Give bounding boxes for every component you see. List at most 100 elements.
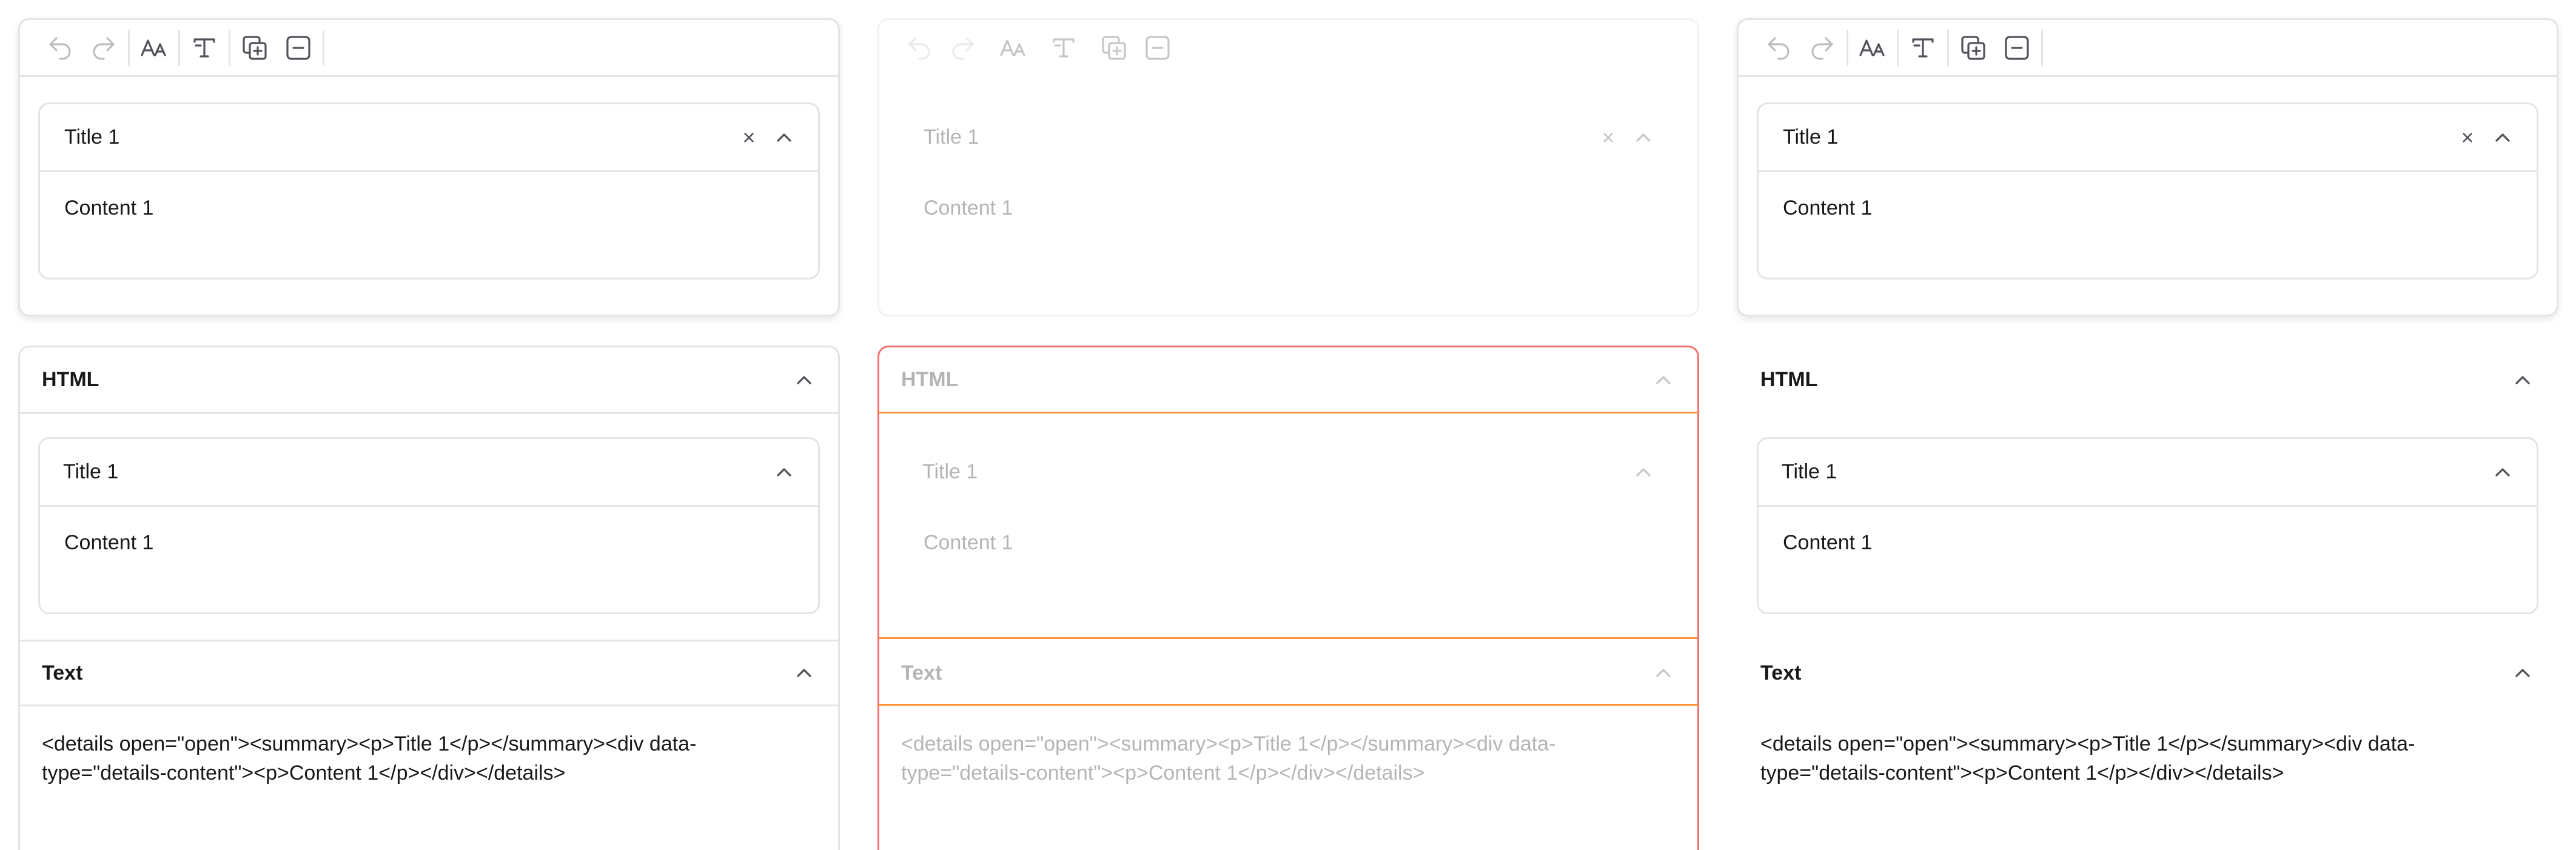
output-panel: HTML Title 1 Content 1 Text <details ope… — [1737, 346, 2558, 850]
toolbar-divider — [1947, 29, 1949, 66]
column-2: Title 1 × Content 1 HTML Title 1 Content… — [877, 18, 1699, 850]
details-summary[interactable]: Title 1 × — [899, 104, 1677, 172]
chevron-up-icon[interactable] — [2490, 460, 2515, 484]
details-content[interactable]: Content 1 — [40, 172, 818, 220]
details-content: Content 1 — [924, 531, 1013, 554]
html-section-header[interactable]: HTML — [20, 347, 838, 414]
details-title: Title 1 — [922, 460, 978, 483]
text-section-header[interactable]: Text — [879, 640, 1697, 706]
redo-icon — [1811, 36, 1833, 60]
toolbar-divider — [323, 29, 324, 66]
close-icon[interactable]: × — [734, 125, 763, 150]
chevron-up-icon[interactable] — [772, 125, 796, 150]
undo-icon — [1768, 36, 1789, 60]
html-preview-details: Title 1 Content 1 — [1757, 437, 2538, 614]
chevron-up-icon[interactable] — [792, 368, 816, 392]
toolbar-divider — [1846, 29, 1848, 66]
details-content: Content 1 — [64, 531, 154, 554]
font-size-icon — [141, 39, 166, 56]
details-title[interactable]: Title 1 — [924, 125, 1594, 149]
remove-button[interactable] — [1995, 26, 2039, 70]
column-1: Title 1 × Content 1 HTML Title 1 Content… — [18, 18, 840, 850]
editor: Title 1 × Content 1 — [877, 18, 1699, 316]
chevron-up-icon[interactable] — [1651, 368, 1675, 392]
font-size-button[interactable] — [132, 26, 176, 70]
details-block: Title 1 × Content 1 — [897, 102, 1679, 279]
details-summary[interactable]: Title 1 × — [1759, 104, 2537, 172]
remove-icon — [2005, 35, 2029, 60]
font-size-button[interactable] — [991, 26, 1035, 70]
undo-button[interactable] — [38, 26, 82, 70]
toolbar-divider — [128, 29, 130, 66]
chevron-up-icon[interactable] — [2490, 125, 2515, 150]
details-content[interactable]: Content 1 — [1759, 172, 2537, 220]
html-section-header[interactable]: HTML — [1739, 347, 2557, 414]
font-size-button[interactable] — [1851, 26, 1894, 70]
text-style-button[interactable] — [1042, 26, 1085, 70]
details-summary[interactable]: Title 1 — [1759, 439, 2537, 507]
chevron-up-icon[interactable] — [1651, 661, 1675, 685]
html-section-label: HTML — [901, 368, 959, 391]
redo-button[interactable] — [1800, 26, 1844, 70]
html-section-header[interactable]: HTML — [879, 347, 1697, 414]
duplicate-button[interactable] — [1951, 26, 1995, 70]
details-summary[interactable]: Title 1 — [899, 439, 1677, 507]
chevron-up-icon[interactable] — [792, 661, 816, 685]
text-section-label: Text — [42, 661, 83, 684]
text-section-header[interactable]: Text — [20, 640, 838, 706]
toolbar — [1739, 20, 2557, 77]
remove-icon — [286, 35, 310, 60]
toolbar-divider — [1088, 30, 1090, 66]
output-panel: HTML Title 1 Content 1 Text <details ope… — [18, 346, 840, 850]
toolbar-divider — [178, 29, 180, 66]
chevron-up-icon[interactable] — [1631, 125, 1655, 150]
redo-button[interactable] — [941, 26, 985, 70]
redo-icon — [952, 36, 974, 60]
details-title: Title 1 — [1782, 460, 1837, 483]
details-title: Title 1 — [63, 460, 119, 483]
remove-button[interactable] — [277, 26, 320, 70]
remove-button[interactable] — [1136, 26, 1179, 70]
editor: Title 1 × Content 1 — [1737, 18, 2558, 316]
text-style-button[interactable] — [183, 26, 226, 70]
details-title[interactable]: Title 1 — [1783, 125, 2453, 149]
details-summary[interactable]: Title 1 × — [40, 104, 818, 172]
undo-button[interactable] — [1757, 26, 1800, 70]
details-content[interactable]: Content 1 — [899, 172, 1677, 220]
text-section-label: Text — [1760, 661, 1802, 684]
details-content: Content 1 — [1783, 531, 1873, 554]
html-preview-details: Title 1 Content 1 — [38, 437, 820, 614]
chevron-up-icon[interactable] — [2511, 661, 2535, 685]
details-block: Title 1 × Content 1 — [1757, 102, 2538, 279]
toolbar-divider — [1038, 30, 1039, 66]
undo-icon — [49, 36, 71, 60]
output-panel: HTML Title 1 Content 1 Text <details ope… — [877, 346, 1699, 850]
duplicate-icon — [1102, 35, 1126, 60]
chevron-up-icon[interactable] — [1631, 460, 1655, 484]
toolbar-divider — [1897, 29, 1899, 66]
html-source-text: <details open="open"><summary><p>Title 1… — [42, 732, 697, 785]
details-block: Title 1 × Content 1 — [38, 102, 820, 279]
toolbar — [20, 20, 838, 77]
html-preview-details: Title 1 Content 1 — [897, 437, 1679, 614]
chevron-up-icon[interactable] — [772, 460, 796, 484]
details-title[interactable]: Title 1 — [64, 125, 734, 149]
close-icon[interactable]: × — [1594, 125, 1623, 150]
html-section-label: HTML — [42, 368, 99, 391]
details-summary[interactable]: Title 1 — [40, 439, 818, 507]
text-style-icon — [1053, 38, 1075, 58]
chevron-up-icon[interactable] — [2511, 368, 2535, 392]
duplicate-button[interactable] — [1092, 26, 1136, 70]
column-3: Title 1 × Content 1 HTML Title 1 Content… — [1737, 18, 2558, 850]
text-style-button[interactable] — [1901, 26, 1945, 70]
redo-icon — [93, 36, 115, 60]
duplicate-button[interactable] — [233, 26, 277, 70]
close-icon[interactable]: × — [2453, 125, 2482, 150]
font-size-icon — [1000, 39, 1025, 56]
text-section-header[interactable]: Text — [1739, 640, 2557, 706]
redo-button[interactable] — [82, 26, 126, 70]
toolbar-divider — [987, 30, 989, 66]
text-style-icon — [193, 38, 215, 58]
undo-button[interactable] — [897, 26, 941, 70]
editor: Title 1 × Content 1 — [18, 18, 840, 316]
